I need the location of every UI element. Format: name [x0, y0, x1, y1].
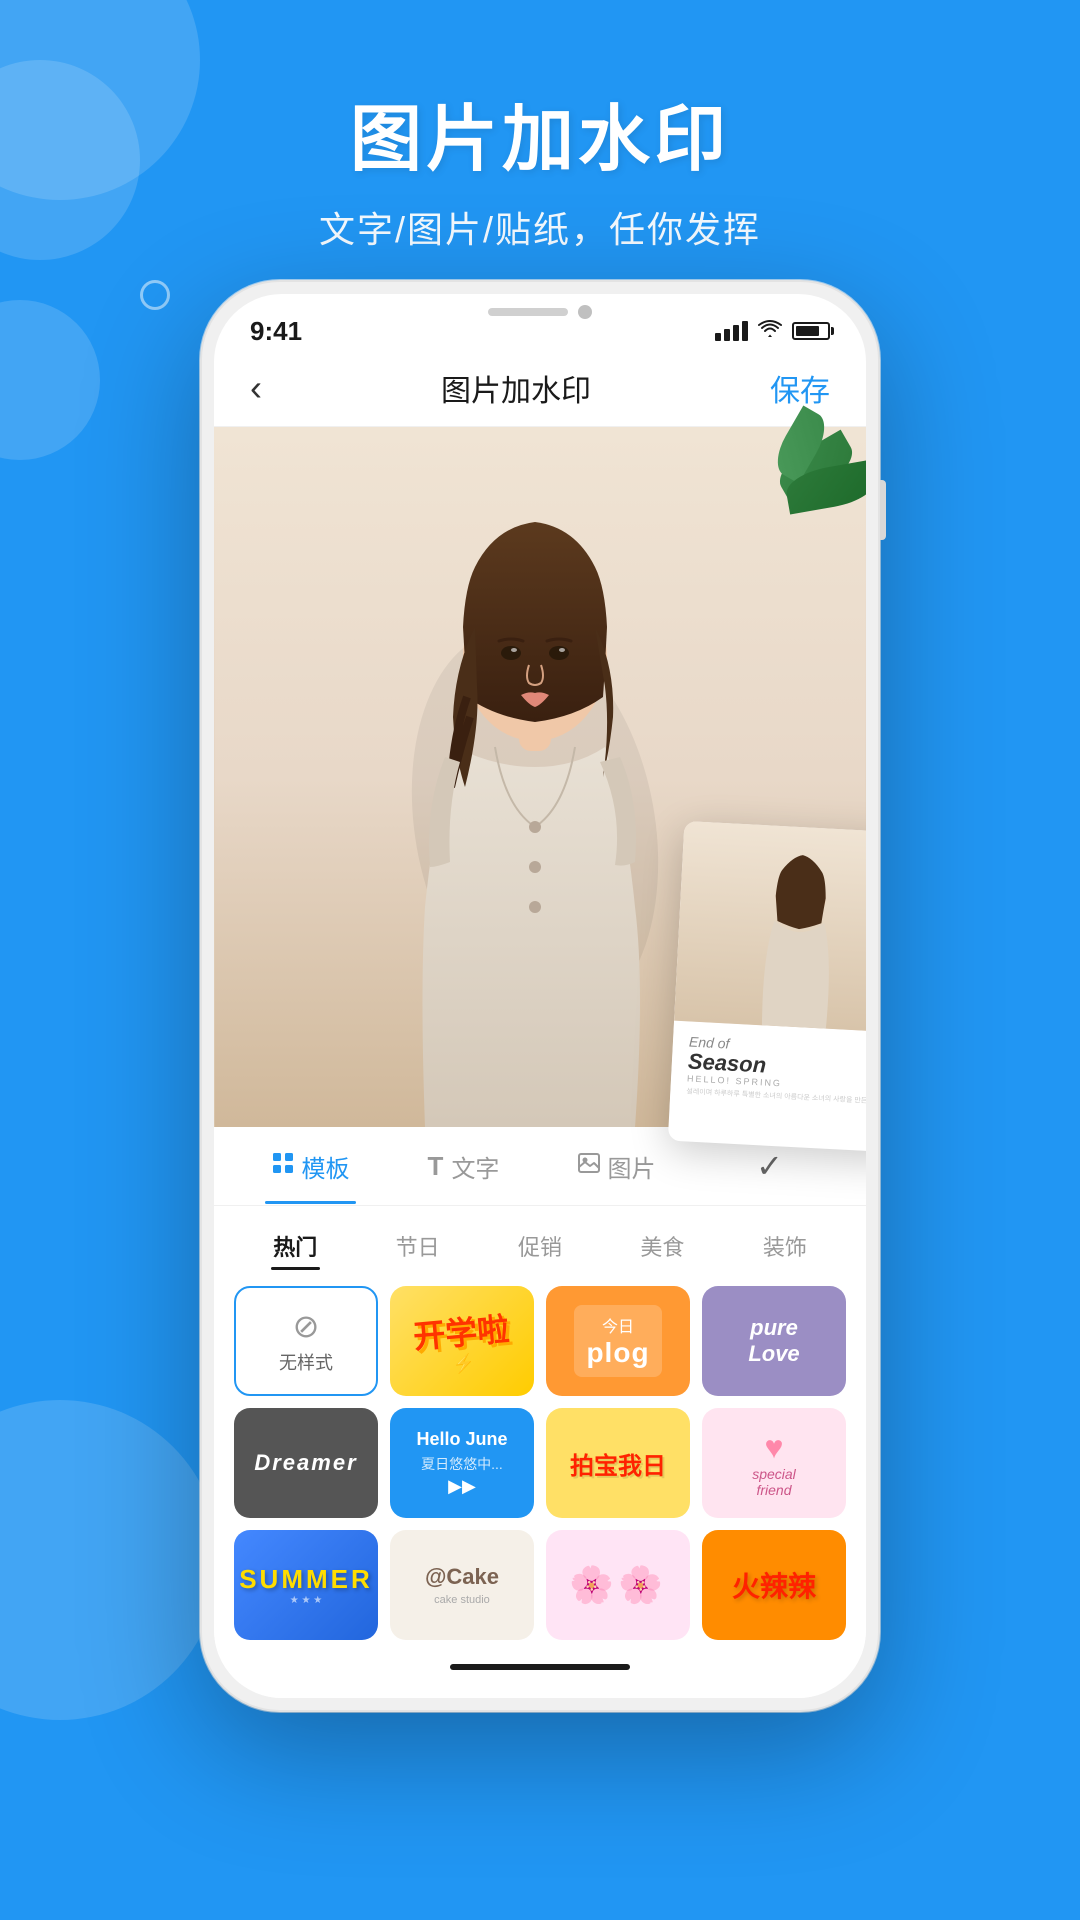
notch-camera	[578, 305, 592, 319]
category-promo[interactable]: 促销	[479, 1222, 601, 1270]
sticker-special-friend[interactable]: ♥ specialfriend	[702, 1408, 846, 1518]
status-icons	[715, 318, 830, 344]
sticker-plog[interactable]: 今日 plog	[546, 1286, 690, 1396]
plant-decoration	[746, 427, 866, 587]
tab-text[interactable]: T 文字	[387, 1129, 540, 1204]
sticker-purelove[interactable]: pureLove	[702, 1286, 846, 1396]
phone-mockup: 9:41	[200, 280, 880, 1712]
sticker-paibao[interactable]: 拍宝我日	[546, 1408, 690, 1518]
photo-edit-area: End of Season HELLO! SPRING 설레이며 하루하루 특별…	[214, 427, 866, 1127]
sticker-no-style[interactable]: ⊘ 无样式	[234, 1286, 378, 1396]
nav-save-button[interactable]: 保存	[770, 366, 830, 410]
phone-screen: 9:41	[214, 294, 866, 1698]
tab-template-label: 模板	[302, 1149, 350, 1184]
sticker-kaixuela-text: 开学啦	[411, 1303, 511, 1357]
sticker-kaixuela[interactable]: 开学啦 ⚡	[390, 1286, 534, 1396]
category-holiday[interactable]: 节日	[356, 1222, 478, 1270]
signal-icon	[715, 321, 748, 341]
sticker-flowers-text: 🌸🌸	[569, 1564, 667, 1606]
bottom-panel: 模板 T 文字 图片	[214, 1127, 866, 1698]
notch-speaker	[488, 308, 568, 316]
category-decor[interactable]: 装饰	[724, 1222, 846, 1270]
sticker-plog-text: plog	[586, 1337, 649, 1369]
tab-image[interactable]: 图片	[540, 1129, 693, 1204]
status-time: 9:41	[250, 316, 302, 347]
tab-image-icon	[578, 1152, 600, 1180]
sticker-summer[interactable]: SUMMER ★ ★ ★	[234, 1530, 378, 1640]
preview-card-text: End of Season HELLO! SPRING 설레이며 하루하루 특별…	[669, 1021, 866, 1121]
no-style-label: 无样式	[279, 1349, 333, 1375]
nav-bar: ‹ 图片加水印 保存	[214, 350, 866, 427]
phone-outer-shell: 9:41	[200, 280, 880, 1712]
sticker-dreamer-text: Dreamer	[254, 1450, 357, 1476]
sticker-purelove-text: pureLove	[748, 1315, 799, 1368]
category-row: 热门 节日 促销 美食 装饰	[214, 1206, 866, 1286]
bg-decoration-circle-4	[0, 1400, 220, 1720]
phone-notch	[430, 294, 650, 330]
sticker-special-text: specialfriend	[752, 1466, 796, 1498]
phone-power-button	[880, 480, 886, 540]
category-food[interactable]: 美食	[601, 1222, 723, 1270]
sticker-special-heart: ♥	[752, 1429, 796, 1466]
sticker-summer-text: SUMMER	[239, 1564, 373, 1595]
no-style-icon: ⊘	[293, 1307, 320, 1345]
check-icon: ✓	[756, 1147, 783, 1185]
sticker-cake-text: @Cake	[425, 1564, 499, 1590]
sticker-dreamer[interactable]: Dreamer	[234, 1408, 378, 1518]
home-indicator	[450, 1664, 630, 1670]
main-title: 图片加水印	[0, 80, 1080, 185]
tab-text-icon: T	[428, 1151, 444, 1182]
preview-watermark-card: End of Season HELLO! SPRING 설레이며 하루하루 특별…	[668, 821, 866, 1153]
sticker-grid: ⊘ 无样式 开学啦 ⚡ 今日 plog	[214, 1286, 866, 1656]
tab-text-label: 文字	[451, 1149, 499, 1184]
preview-card-image	[674, 821, 866, 1033]
sticker-paibao-text: 拍宝我日	[570, 1446, 666, 1481]
sticker-flowers[interactable]: 🌸🌸	[546, 1530, 690, 1640]
wifi-icon	[758, 318, 782, 344]
tab-template[interactable]: 模板	[234, 1129, 387, 1204]
nav-title: 图片加水印	[441, 366, 591, 410]
sticker-spicy-text: 火辣辣	[732, 1565, 816, 1605]
sticker-spicy[interactable]: 火辣辣	[702, 1530, 846, 1640]
header-area: 图片加水印 文字/图片/贴纸，任你发挥	[0, 0, 1080, 293]
tab-template-icon	[272, 1152, 294, 1181]
bg-decoration-circle-3	[0, 300, 100, 460]
tab-image-label: 图片	[608, 1149, 656, 1184]
nav-back-button[interactable]: ‹	[250, 367, 262, 409]
sticker-hellojune[interactable]: Hello June 夏日悠悠中... ▶▶	[390, 1408, 534, 1518]
battery-icon	[792, 322, 830, 340]
main-subtitle: 文字/图片/贴纸，任你发挥	[0, 201, 1080, 253]
sticker-cake[interactable]: @Cake cake studio	[390, 1530, 534, 1640]
category-hot[interactable]: 热门	[234, 1222, 356, 1270]
